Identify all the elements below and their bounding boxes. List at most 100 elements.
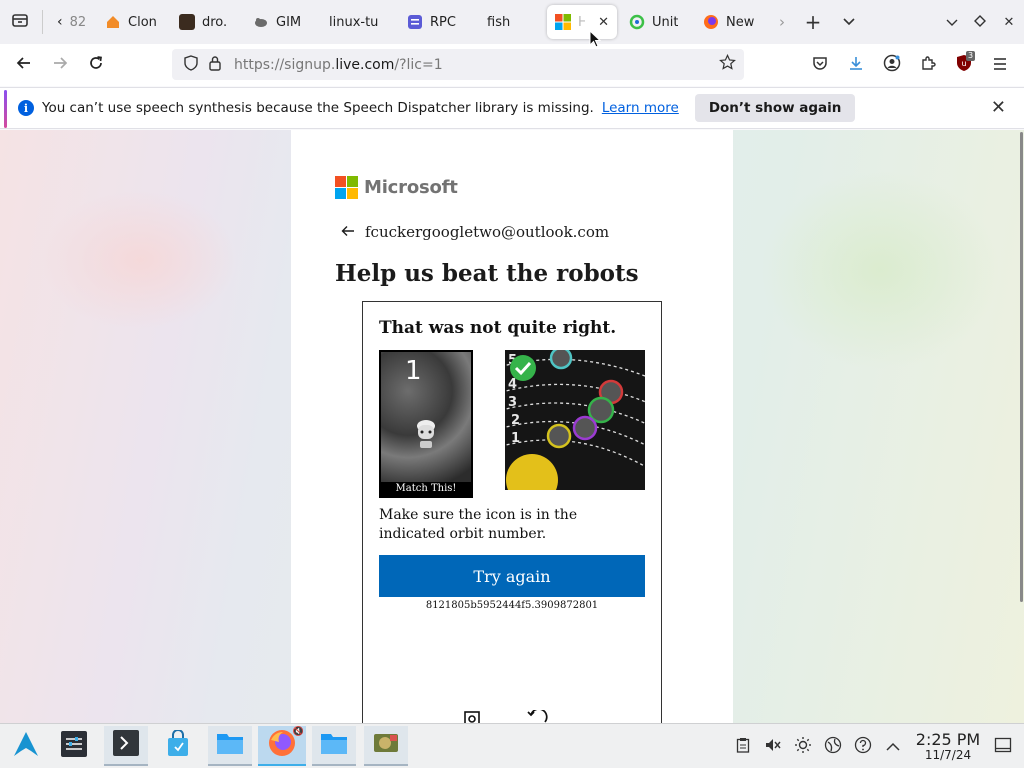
challenge-title: That was not quite right.: [379, 318, 617, 338]
match-caption: Match This!: [395, 483, 457, 494]
pocket-button[interactable]: [802, 49, 838, 81]
unit-favicon-icon: [629, 14, 645, 30]
download-icon: [848, 55, 864, 76]
list-all-tabs-button[interactable]: [831, 4, 867, 40]
shield-icon[interactable]: [180, 54, 202, 75]
match-orbit-number: 1: [405, 356, 422, 386]
tab-fish[interactable]: fish: [473, 5, 543, 39]
bookmark-star-icon[interactable]: [719, 53, 736, 76]
tab-label: 82: [69, 14, 87, 30]
tab-label: H: [578, 14, 586, 30]
tab-unit[interactable]: Unit: [621, 5, 695, 39]
application-launcher-button[interactable]: [4, 726, 48, 766]
home-icon: [105, 14, 121, 30]
tab-active-microsoft[interactable]: H ✕: [547, 5, 617, 39]
help-icon[interactable]: [848, 736, 878, 758]
tab-label: dro.: [202, 14, 228, 30]
taskbar-terminal[interactable]: [104, 726, 148, 766]
taskbar-file-manager[interactable]: [208, 726, 252, 766]
tab-gimp[interactable]: GIM: [245, 5, 321, 39]
tab-rpc[interactable]: RPC: [399, 5, 473, 39]
tab-82[interactable]: ‹ 82: [49, 5, 97, 39]
url-text: https://signup.live.com/?lic=1: [234, 57, 443, 73]
tab-new[interactable]: New: [695, 5, 769, 39]
taskbar: 🔇 2:25 PM 11/7/24: [0, 723, 1024, 768]
page-scrollbar[interactable]: [1018, 130, 1024, 723]
window-minimize-button[interactable]: [938, 4, 966, 40]
network-icon[interactable]: [818, 736, 848, 758]
image-viewer-icon: [372, 729, 400, 761]
taskbar-system-settings[interactable]: [52, 726, 96, 766]
diamond-icon: [974, 13, 986, 31]
tab-strip: ‹ 82 Clon dro. GIM linux-tu RPC fish H ✕: [0, 0, 1024, 44]
notification-bar: i You can’t use speech synthesis because…: [0, 87, 1024, 129]
challenge-controls: [463, 708, 549, 723]
learn-more-link[interactable]: Learn more: [602, 100, 679, 116]
match-figure-icon: [411, 416, 441, 450]
back-button[interactable]: [6, 49, 42, 81]
scrollbar-thumb[interactable]: [1020, 132, 1023, 602]
mouse-cursor-icon: [589, 29, 602, 52]
tab-dro[interactable]: dro.: [171, 5, 245, 39]
brand-name: Microsoft: [364, 177, 458, 198]
close-tab-icon[interactable]: ✕: [598, 15, 609, 30]
folder-icon: [215, 729, 245, 761]
account-button[interactable]: [874, 49, 910, 81]
try-again-button[interactable]: Try again: [379, 555, 645, 597]
address-bar[interactable]: https://signup.live.com/?lic=1: [172, 49, 744, 80]
gimp-icon: [253, 14, 269, 30]
brightness-icon[interactable]: [788, 736, 818, 758]
account-icon: [883, 54, 901, 77]
microsoft-logo: Microsoft: [335, 176, 458, 199]
muted-speaker-icon: 🔇: [292, 727, 304, 737]
refresh-challenge-icon[interactable]: [525, 708, 549, 723]
microsoft-logo-icon: [335, 176, 358, 199]
window-close-button[interactable]: ✕: [994, 4, 1024, 40]
volume-muted-icon[interactable]: [758, 737, 788, 757]
orbit-puzzle-image[interactable]: 5 4 3 2 1: [505, 350, 645, 490]
taskbar-firefox[interactable]: 🔇: [258, 726, 306, 766]
back-arrow-icon[interactable]: [341, 223, 355, 241]
show-desktop-icon[interactable]: [988, 737, 1018, 757]
orbit-number: 4: [508, 377, 517, 392]
taskbar-image-viewer[interactable]: [364, 726, 408, 766]
chevron-right-icon: ›: [779, 13, 785, 31]
close-notification-icon[interactable]: ✕: [991, 97, 1006, 118]
url-suffix: /?lic=1: [394, 56, 443, 73]
forward-button[interactable]: [42, 49, 78, 81]
lock-icon[interactable]: [204, 55, 226, 75]
audio-challenge-icon[interactable]: [463, 710, 481, 723]
firefox-icon: [703, 14, 719, 30]
tab-linux-tu[interactable]: linux-tu: [321, 5, 399, 39]
dont-show-again-button[interactable]: Don’t show again: [694, 94, 856, 122]
taskbar-discover[interactable]: [156, 726, 200, 766]
extensions-button[interactable]: [910, 49, 946, 81]
background-decoration: [40, 190, 240, 330]
signup-card: Microsoft fcuckergoogletwo@outlook.com H…: [291, 130, 733, 723]
reload-button[interactable]: [78, 49, 114, 81]
app-menu-button[interactable]: [982, 49, 1018, 81]
extension-badge: 3: [966, 51, 976, 61]
taskbar-file-manager-2[interactable]: [312, 726, 356, 766]
chevron-left-icon: ‹: [57, 14, 63, 30]
system-tray: 2:25 PM 11/7/24: [728, 724, 1024, 768]
ublock-button[interactable]: u 3: [946, 49, 982, 81]
tab-groups-button[interactable]: [2, 4, 38, 40]
identity-banner[interactable]: fcuckergoogletwo@outlook.com: [341, 223, 609, 241]
notification-message: You can’t use speech synthesis because t…: [42, 100, 594, 116]
clipboard-icon[interactable]: [728, 737, 758, 757]
tab-label: Clon: [128, 14, 157, 30]
session-id: 8121805b5952444f5.3909872801: [425, 600, 599, 611]
chevron-up-icon[interactable]: [878, 738, 908, 756]
downloads-button[interactable]: [838, 49, 874, 81]
notification-accent: [4, 90, 7, 128]
pocket-icon: [812, 55, 828, 76]
new-tab-button[interactable]: +: [795, 4, 831, 40]
tab-divider: [42, 10, 43, 34]
digital-clock[interactable]: 2:25 PM 11/7/24: [908, 731, 988, 762]
scroll-tabs-right-button[interactable]: ›: [769, 4, 795, 40]
window-maximize-button[interactable]: [966, 4, 994, 40]
puzzle-icon: [920, 55, 936, 76]
tab-clon[interactable]: Clon: [97, 5, 171, 39]
clock-date: 11/7/24: [924, 748, 972, 762]
